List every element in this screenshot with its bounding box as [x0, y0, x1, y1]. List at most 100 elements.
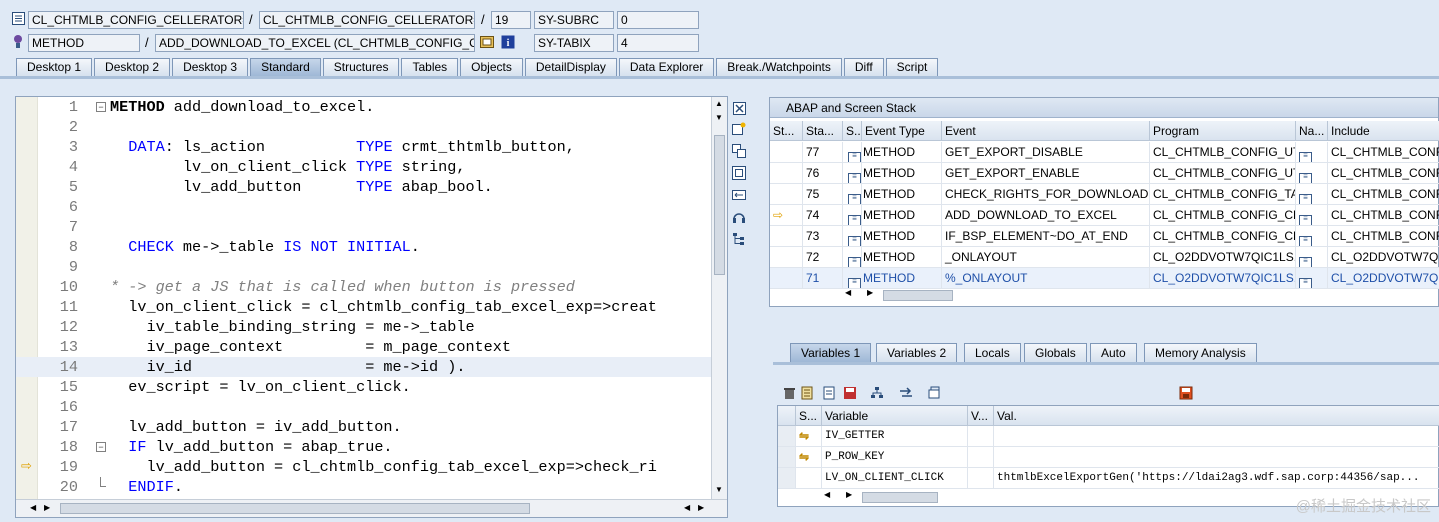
code-line[interactable]: 2 [16, 117, 712, 137]
stack-column-header[interactable]: S... [843, 121, 862, 141]
tab-objects[interactable]: Objects [460, 58, 523, 76]
variable-v-cell[interactable] [968, 468, 994, 489]
scroll-up-icon[interactable]: ▲ [715, 99, 723, 108]
stack-level-cell[interactable]: 75 [803, 184, 843, 205]
stack-column-header[interactable]: Include [1328, 121, 1439, 141]
stack-event-cell[interactable]: GET_EXPORT_DISABLE [942, 142, 1150, 163]
stack-event-type-cell[interactable]: ≡ METHOD [845, 268, 942, 289]
stack-include-cell[interactable]: CL_CHTMLB_CONFIG [1328, 205, 1439, 226]
stack-column-header[interactable]: Event [942, 121, 1150, 141]
code-line[interactable]: 8 CHECK me->_table IS NOT INITIAL. [16, 237, 712, 257]
stack-navigate-cell[interactable]: ≡ [1296, 163, 1328, 184]
save-disk-icon[interactable] [1178, 385, 1194, 401]
close-icon[interactable] [731, 100, 747, 116]
program-field[interactable]: CL_CHTMLB_CONFIG_CELLERATOR==... [28, 11, 244, 29]
scroll-left-icon[interactable]: ◀ [824, 490, 830, 499]
display-icon[interactable] [480, 35, 494, 49]
stack-event-type-cell[interactable]: ≡ METHOD [845, 142, 942, 163]
event-field[interactable]: ADD_DOWNLOAD_TO_EXCEL (CL_CHTMLB_CONFIG_… [155, 34, 475, 52]
stack-event-cell[interactable]: IF_BSP_ELEMENT~DO_AT_END [942, 226, 1150, 247]
stack-level-cell[interactable]: 73 [803, 226, 843, 247]
code-line[interactable]: 12 iv_table_binding_string = me->_table [16, 317, 712, 337]
hierarchy-icon[interactable] [869, 385, 885, 401]
stack-column-header[interactable]: Sta... [803, 121, 843, 141]
stack-program-cell[interactable]: CL_CHTMLB_CONFIG_UT... [1150, 163, 1296, 184]
code-line[interactable]: ⇨ 19 lv_add_button = cl_chtmlb_config_tab… [16, 457, 712, 477]
stack-status-cell[interactable] [770, 142, 803, 163]
stack-navigate-cell[interactable]: ≡ [1296, 205, 1328, 226]
stack-program-cell[interactable]: CL_CHTMLB_CONFIG_CE... [1150, 226, 1296, 247]
stack-program-cell[interactable]: CL_O2DDVOTW7QIC1LS... [1150, 268, 1296, 289]
include-field[interactable]: CL_CHTMLB_CONFIG_CELLERATOR==... [259, 11, 475, 29]
stack-column-header[interactable]: Program [1150, 121, 1296, 141]
tab-desktop-3[interactable]: Desktop 3 [172, 58, 249, 76]
stack-event-type-cell[interactable]: ≡ METHOD [845, 247, 942, 268]
code-line[interactable]: 16 [16, 397, 712, 417]
sysubrc-value[interactable]: 0 [617, 11, 699, 29]
scroll-down-icon[interactable]: ▼ [715, 485, 723, 494]
code-line[interactable]: 18 − IF lv_add_button = abap_true. [16, 437, 712, 457]
tab-data-explorer[interactable]: Data Explorer [618, 58, 715, 76]
collapse-icon[interactable]: − [96, 102, 106, 112]
stack-status-cell[interactable] [770, 247, 803, 268]
new-window-icon[interactable] [731, 121, 747, 137]
tab-locals[interactable]: Locals [964, 343, 1021, 362]
maximize-icon[interactable] [731, 165, 747, 181]
navigate-icon[interactable]: ≡ [1299, 173, 1312, 183]
stack-event-type-cell[interactable]: ≡ METHOD [845, 226, 942, 247]
variable-column-header[interactable]: S... [796, 406, 822, 426]
row-selector-header[interactable] [778, 406, 796, 426]
change-value-icon[interactable]: ⇋ [799, 450, 809, 464]
code-line[interactable]: 4 lv_on_client_click TYPE string, [16, 157, 712, 177]
variable-value-cell[interactable]: thtmlbExcelExportGen('https://ldai2ag3.w… [994, 468, 1439, 489]
row-selector[interactable] [778, 468, 796, 489]
stack-navigate-cell[interactable]: ≡ [1296, 247, 1328, 268]
variable-column-header[interactable]: Variable [822, 406, 968, 426]
open-icon[interactable] [926, 385, 942, 401]
headset-icon[interactable] [731, 209, 747, 225]
row-selector[interactable] [778, 447, 796, 468]
variable-status-cell[interactable]: ⇋ [796, 426, 822, 447]
stack-include-cell[interactable]: CL_O2DDVOTW7QI [1328, 247, 1439, 268]
delete-icon[interactable] [781, 385, 797, 401]
scroll-left-icon[interactable]: ◀ [845, 288, 851, 297]
stack-include-cell[interactable]: CL_CHTMLB_CONFIG [1328, 184, 1439, 205]
navigate-icon[interactable]: ≡ [1299, 257, 1312, 267]
tab-script[interactable]: Script [885, 58, 939, 76]
code-line[interactable]: 11 lv_on_client_click = cl_chtmlb_config… [16, 297, 712, 317]
tab-globals[interactable]: Globals [1024, 343, 1087, 362]
stack-program-cell[interactable]: CL_O2DDVOTW7QIC1LS... [1150, 247, 1296, 268]
tab-structures[interactable]: Structures [322, 58, 400, 76]
stack-level-cell[interactable]: 72 [803, 247, 843, 268]
editor-horizontal-scrollbar[interactable]: ◀ ▶ ◀ ▶ [16, 499, 727, 517]
change-value-icon[interactable]: ⇋ [799, 429, 809, 443]
scroll-thumb[interactable] [714, 135, 725, 275]
tab-variables-1[interactable]: Variables 1 [790, 343, 872, 362]
code-line[interactable]: 6 [16, 197, 712, 217]
tree-icon[interactable] [731, 231, 747, 247]
variable-column-header[interactable]: Val. [994, 406, 1439, 426]
scroll-thumb[interactable] [862, 492, 938, 503]
swap-icon[interactable] [731, 187, 747, 203]
editor-vertical-scrollbar[interactable]: ▲ ▼ ▼ [711, 97, 727, 499]
code-line[interactable]: 13 iv_page_context = m_page_context [16, 337, 712, 357]
stack-include-cell[interactable]: CL_CHTMLB_CONFIG [1328, 142, 1439, 163]
code-line[interactable]: 9 [16, 257, 712, 277]
scroll-left-icon[interactable]: ◀ [684, 503, 690, 512]
stack-navigate-cell[interactable]: ≡ [1296, 268, 1328, 289]
variable-value-cell[interactable] [994, 447, 1439, 468]
sytabix-value[interactable]: 4 [617, 34, 699, 52]
tab-detaildisplay[interactable]: DetailDisplay [524, 58, 617, 76]
stack-status-cell[interactable]: ⇨ [770, 205, 803, 226]
variable-status-cell[interactable] [796, 468, 822, 489]
scroll-thumb[interactable] [60, 503, 530, 514]
navigate-icon[interactable]: ≡ [1299, 236, 1312, 246]
stack-navigate-cell[interactable]: ≡ [1296, 184, 1328, 205]
variable-name-cell[interactable]: IV_GETTER [822, 426, 968, 447]
stack-include-cell[interactable]: CL_CHTMLB_CONFIG [1328, 163, 1439, 184]
scroll-right-icon[interactable]: ▶ [867, 288, 873, 297]
tab-memory-analysis[interactable]: Memory Analysis [1144, 343, 1257, 362]
line-field[interactable]: 19 [491, 11, 531, 29]
stack-event-cell[interactable]: ADD_DOWNLOAD_TO_EXCEL [942, 205, 1150, 226]
stack-level-cell[interactable]: 77 [803, 142, 843, 163]
